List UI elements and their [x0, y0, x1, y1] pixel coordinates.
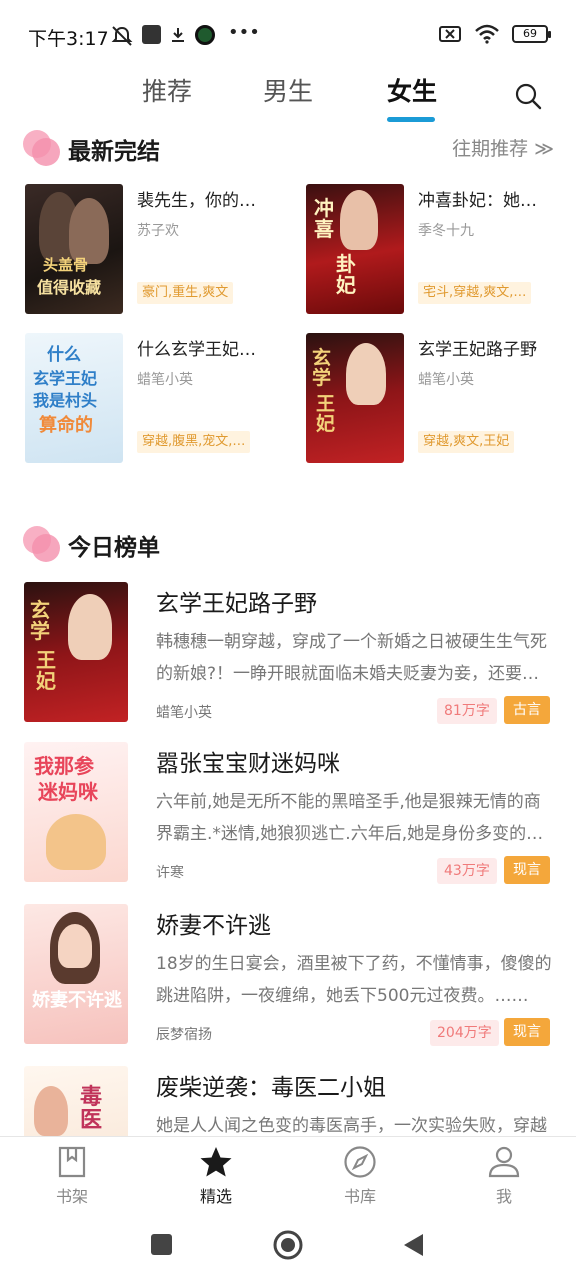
book-title: 废柴逆袭：毒医二小姐 — [156, 1075, 386, 1101]
nav-profile[interactable]: 我 — [432, 1137, 576, 1209]
sim-off-icon — [439, 26, 461, 42]
mute-bell-icon — [111, 26, 133, 46]
completed-book[interactable]: 冲喜 卦妃 冲喜卦妃：她… 季冬十九 宅斗,穿越,爽文,… — [306, 184, 576, 314]
star-icon — [200, 1147, 232, 1177]
book-title: 嚣张宝宝财迷妈咪 — [156, 751, 340, 777]
home-button[interactable] — [272, 1229, 304, 1261]
profile-icon — [488, 1146, 520, 1178]
download-icon — [172, 28, 184, 42]
book-author: 许寒 — [156, 865, 184, 881]
category-tabs: 推荐 男生 女生 — [0, 68, 576, 124]
section-title: 最新完结 — [68, 139, 160, 165]
section-title: 今日榜单 — [68, 535, 160, 561]
book-description: 韩穗穗一朝穿越，穿成了一个新婚之日被硬生生气死的新娘?！一睁开眼就面临未婚夫贬妻… — [156, 632, 547, 684]
bottom-navigation: 书架 精选 书库 我 — [0, 1136, 576, 1208]
wifi-icon — [475, 24, 499, 44]
book-cover: 冲喜 卦妃 — [306, 184, 404, 314]
book-cover: 毒医 — [24, 1066, 128, 1136]
nav-bookshelf[interactable]: 书架 — [0, 1137, 144, 1209]
section-decor-icon — [23, 130, 61, 168]
book-cover: 头盖骨 值得收藏 — [25, 184, 123, 314]
status-bar: 下午3:17 ••• 69 — [0, 0, 576, 72]
compass-icon — [344, 1146, 376, 1178]
book-description: 六年前,她是无所不能的黑暗圣手,他是狠辣无情的商界霸主.*迷情,她狼狈逃亡.六年… — [156, 792, 544, 844]
book-title: 冲喜卦妃：她… — [418, 191, 537, 211]
completed-book[interactable]: 头盖骨 值得收藏 裴先生，你的… 苏子欢 豪门,重生,爽文 — [25, 184, 295, 314]
past-recommend-link[interactable]: 往期推荐 ≫ — [452, 134, 554, 161]
book-tags: 宅斗,穿越,爽文,… — [418, 282, 532, 304]
word-count-badge: 204万字 — [430, 1020, 499, 1046]
book-tags: 穿越,腹黑,宠文,… — [137, 431, 251, 453]
word-count-badge: 81万字 — [437, 698, 497, 724]
nav-label: 精选 — [199, 1187, 232, 1206]
tab-female[interactable]: 女生 — [387, 72, 437, 108]
nav-library[interactable]: 书库 — [288, 1137, 432, 1209]
book-title: 娇妻不许逃 — [156, 913, 271, 939]
app-badge-icon — [195, 25, 215, 45]
completed-book[interactable]: 什么 玄学王妃 我是村头 算命的 什么玄学王妃… 蜡笔小英 穿越,腹黑,宠文,… — [25, 333, 295, 463]
ranking-section-header: 今日榜单 — [0, 522, 576, 566]
book-author: 季冬十九 — [418, 223, 474, 239]
completed-book[interactable]: 玄学 王妃 玄学王妃路子野 蜡笔小英 穿越,爽文,王妃 — [306, 333, 576, 463]
nav-featured[interactable]: 精选 — [144, 1137, 288, 1209]
word-count-badge: 43万字 — [437, 858, 497, 884]
section-decor-icon — [23, 526, 61, 564]
completed-section-header: 最新完结 往期推荐 ≫ — [0, 126, 576, 170]
book-description: 她是人人闻之色变的毒医高手，一次实验失败，穿越成了废柴二小姐…… — [156, 1116, 547, 1136]
status-time: 下午3:17 — [28, 28, 109, 50]
book-title: 玄学王妃路子野 — [156, 591, 317, 617]
tab-male[interactable]: 男生 — [263, 72, 313, 108]
search-icon[interactable] — [512, 80, 544, 112]
battery-indicator: 69 — [512, 25, 551, 43]
book-tags: 豪门,重生,爽文 — [137, 282, 234, 304]
app-notification-icon — [142, 25, 161, 44]
book-author: 辰梦宿扬 — [156, 1027, 212, 1043]
ranking-book[interactable]: 娇妻不许逃 娇妻不许逃 18岁的生日宴会，酒里被下了药，不懂情事，傻傻的跳进陷阱… — [24, 904, 554, 1046]
book-cover: 我那参 迷妈咪 — [24, 742, 128, 882]
active-tab-indicator — [387, 117, 435, 122]
book-cover: 娇妻不许逃 — [24, 904, 128, 1044]
nav-label: 书架 — [55, 1187, 88, 1206]
book-title: 裴先生，你的… — [137, 191, 256, 211]
book-title: 什么玄学王妃… — [137, 340, 256, 360]
book-author: 苏子欢 — [137, 223, 179, 239]
book-description: 18岁的生日宴会，酒里被下了药，不懂情事，傻傻的跳进陷阱，一夜缠绵，她丢下500… — [156, 954, 552, 1006]
bookshelf-icon — [58, 1146, 86, 1178]
category-badge: 现言 — [504, 1018, 550, 1046]
category-badge: 古言 — [504, 696, 550, 724]
more-dots-icon: ••• — [228, 22, 260, 43]
ranking-book[interactable]: 玄学 王妃 玄学王妃路子野 韩穗穗一朝穿越，穿成了一个新婚之日被硬生生气死的新娘… — [24, 582, 554, 724]
book-title: 玄学王妃路子野 — [418, 340, 537, 360]
system-navigation-bar — [0, 1208, 576, 1280]
book-cover: 玄学 王妃 — [306, 333, 404, 463]
tab-recommend[interactable]: 推荐 — [142, 72, 192, 108]
back-button[interactable] — [401, 1232, 425, 1258]
nav-label: 我 — [495, 1187, 512, 1206]
book-author: 蜡笔小英 — [418, 372, 474, 388]
book-author: 蜡笔小英 — [156, 705, 212, 721]
book-author: 蜡笔小英 — [137, 372, 193, 388]
book-tags: 穿越,爽文,王妃 — [418, 431, 515, 453]
book-cover: 什么 玄学王妃 我是村头 算命的 — [25, 333, 123, 463]
book-cover: 玄学 王妃 — [24, 582, 128, 722]
recent-apps-button[interactable] — [151, 1234, 172, 1255]
ranking-book[interactable]: 我那参 迷妈咪 嚣张宝宝财迷妈咪 六年前,她是无所不能的黑暗圣手,他是狠辣无情的… — [24, 742, 554, 884]
nav-label: 书库 — [343, 1187, 376, 1206]
category-badge: 现言 — [504, 856, 550, 884]
ranking-book[interactable]: 毒医 废柴逆袭：毒医二小姐 她是人人闻之色变的毒医高手，一次实验失败，穿越成了废… — [24, 1066, 554, 1136]
